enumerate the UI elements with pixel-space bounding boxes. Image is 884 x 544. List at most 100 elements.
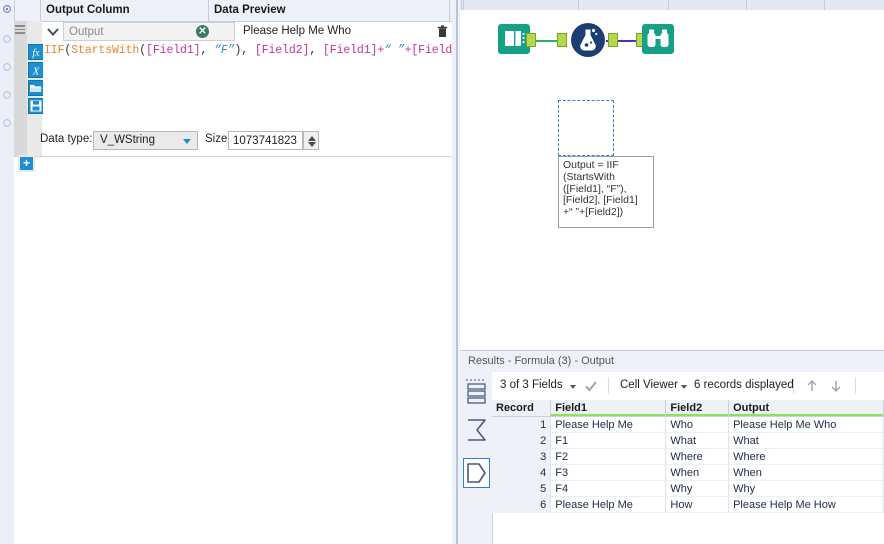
canvas-top-strip bbox=[460, 0, 884, 10]
rail-grip-icon[interactable] bbox=[466, 374, 486, 379]
gear-rail bbox=[0, 0, 14, 170]
formula-token: [Field1] bbox=[323, 44, 377, 57]
results-toolbar: 3 of 3 Fields Cell Viewer 6 records disp… bbox=[492, 372, 884, 401]
svg-text:X: X bbox=[32, 66, 41, 78]
table-cell-record[interactable]: 6 bbox=[492, 497, 551, 513]
formula-output-anchor[interactable] bbox=[608, 33, 618, 47]
column-header-output[interactable]: Output bbox=[729, 400, 884, 417]
size-stepper[interactable] bbox=[303, 131, 319, 150]
results-title: Results - Formula (3) - Output bbox=[468, 355, 614, 367]
table-cell-field2[interactable]: How bbox=[666, 497, 729, 513]
formula-config-panel: Output Column Data Preview fx X ✕ Please… bbox=[0, 0, 458, 544]
table-row[interactable]: 4F3WhenWhen bbox=[492, 465, 884, 481]
formula-token: “F” bbox=[214, 44, 234, 57]
table-row[interactable]: 3F2WhereWhere bbox=[492, 449, 884, 465]
table-cell-record[interactable]: 1 bbox=[492, 417, 551, 433]
column-header-field1-label: Field1 bbox=[555, 402, 587, 414]
table-row[interactable]: 6Please Help MeHowPlease Help Me How bbox=[492, 497, 884, 513]
data-type-select[interactable]: V_WString bbox=[93, 131, 198, 150]
table-cell-field1[interactable]: F2 bbox=[551, 449, 666, 465]
divider bbox=[14, 156, 458, 157]
table-cell-output[interactable]: Please Help Me Who bbox=[729, 417, 884, 433]
gear-icon[interactable] bbox=[2, 4, 12, 14]
table-cell-record[interactable]: 2 bbox=[492, 433, 551, 449]
drag-handle-icon[interactable] bbox=[15, 25, 25, 34]
results-table-container[interactable]: Record Field1 Field2 Output 1Please H bbox=[492, 400, 884, 544]
data-tag-selected[interactable] bbox=[463, 458, 490, 488]
table-cell-record[interactable]: 3 bbox=[492, 449, 551, 465]
row-handle-column bbox=[14, 21, 27, 156]
config-header-row: Output Column Data Preview bbox=[14, 0, 458, 22]
table-cell-field1[interactable]: F4 bbox=[551, 481, 666, 497]
gear-icon[interactable] bbox=[2, 34, 12, 44]
gear-icon[interactable] bbox=[2, 90, 12, 100]
clear-field-icon[interactable]: ✕ bbox=[196, 25, 209, 38]
formula-annotation[interactable]: Output = IIF (StartsWith ([Field1], “F”)… bbox=[558, 156, 654, 228]
table-row[interactable]: 5F4WhyWhy bbox=[492, 481, 884, 497]
data-type-row: Data type: V_WString Size: bbox=[40, 131, 340, 151]
cell-viewer-chevron-icon[interactable] bbox=[681, 385, 687, 389]
formula-token: ), bbox=[234, 44, 254, 57]
column-header-record[interactable]: Record bbox=[492, 400, 551, 417]
table-header-row: Record Field1 Field2 Output bbox=[492, 400, 884, 417]
header-data-preview: Data Preview bbox=[214, 0, 286, 21]
table-cell-field2[interactable]: Who bbox=[666, 417, 729, 433]
fx-icon[interactable]: fx bbox=[28, 44, 44, 60]
table-cell-field2[interactable]: Where bbox=[666, 449, 729, 465]
splitter-line bbox=[456, 0, 458, 544]
column-header-field1[interactable]: Field1 bbox=[551, 400, 666, 417]
table-cell-field1[interactable]: F1 bbox=[551, 433, 666, 449]
table-row[interactable]: 2F1WhatWhat bbox=[492, 433, 884, 449]
workflow-canvas[interactable]: Output = IIF (StartsWith ([Field1], “F”)… bbox=[460, 10, 884, 348]
table-cell-field1[interactable]: F3 bbox=[551, 465, 666, 481]
cell-viewer-label[interactable]: Cell Viewer bbox=[620, 379, 678, 391]
arrow-down-icon[interactable] bbox=[828, 378, 844, 394]
table-cell-field1[interactable]: Please Help Me bbox=[551, 417, 666, 433]
table-cell-output[interactable]: Why bbox=[729, 481, 884, 497]
formula-tool[interactable] bbox=[568, 20, 608, 60]
table-cell-field2[interactable]: What bbox=[666, 433, 729, 449]
table-cell-output[interactable]: When bbox=[729, 465, 884, 481]
formula-editor[interactable]: IIF(StartsWith([Field1], “F”), [Field2],… bbox=[43, 42, 458, 128]
header-output-column: Output Column bbox=[46, 0, 130, 21]
arrow-up-icon[interactable] bbox=[804, 378, 820, 394]
table-cell-field2[interactable]: When bbox=[666, 465, 729, 481]
results-rail bbox=[460, 372, 493, 544]
output-anchor[interactable] bbox=[526, 33, 536, 47]
trash-icon[interactable] bbox=[435, 24, 450, 39]
browse-tool[interactable] bbox=[638, 20, 678, 60]
folder-open-icon[interactable] bbox=[28, 80, 44, 96]
fields-count-label[interactable]: 3 of 3 Fields bbox=[500, 379, 563, 391]
chevron-down-icon bbox=[183, 139, 191, 144]
gear-icon[interactable] bbox=[2, 118, 12, 128]
table-cell-record[interactable]: 4 bbox=[492, 465, 551, 481]
add-column-button[interactable]: + bbox=[18, 155, 35, 172]
fields-chevron-icon[interactable] bbox=[570, 385, 576, 389]
save-disk-icon[interactable] bbox=[28, 98, 44, 114]
left-rail-lower bbox=[0, 170, 14, 544]
annotation-line: (StartsWith bbox=[563, 172, 649, 184]
size-input[interactable] bbox=[228, 131, 303, 150]
records-displayed-label: 6 records displayed bbox=[694, 379, 794, 391]
output-column-name-input[interactable] bbox=[63, 22, 235, 41]
annotation-line: +“ ”+[Field2]) bbox=[563, 207, 649, 219]
column-header-field2[interactable]: Field2 bbox=[666, 400, 729, 417]
sigma-icon[interactable] bbox=[464, 416, 489, 444]
results-panel: Results - Formula (3) - Output 3 of 3 Fi… bbox=[460, 350, 884, 544]
formula-token: [Field1] bbox=[146, 44, 200, 57]
table-row[interactable]: 1Please Help MeWhoPlease Help Me Who bbox=[492, 417, 884, 433]
table-cell-output[interactable]: Please Help Me How bbox=[729, 497, 884, 513]
formula-input-anchor[interactable] bbox=[557, 33, 567, 47]
table-cell-output[interactable]: What bbox=[729, 433, 884, 449]
gear-icon[interactable] bbox=[2, 62, 12, 72]
table-cell-output[interactable]: Where bbox=[729, 449, 884, 465]
x-variable-icon[interactable]: X bbox=[28, 62, 44, 78]
table-cell-field2[interactable]: Why bbox=[666, 481, 729, 497]
data-preview-value: Please Help Me Who bbox=[243, 22, 351, 41]
table-cell-field1[interactable]: Please Help Me bbox=[551, 497, 666, 513]
checkmark-icon[interactable] bbox=[584, 379, 598, 393]
formula-token: , bbox=[200, 44, 214, 57]
table-cell-record[interactable]: 5 bbox=[492, 481, 551, 497]
formula-tool-selection bbox=[558, 100, 614, 156]
table-layers-icon[interactable] bbox=[464, 380, 489, 408]
